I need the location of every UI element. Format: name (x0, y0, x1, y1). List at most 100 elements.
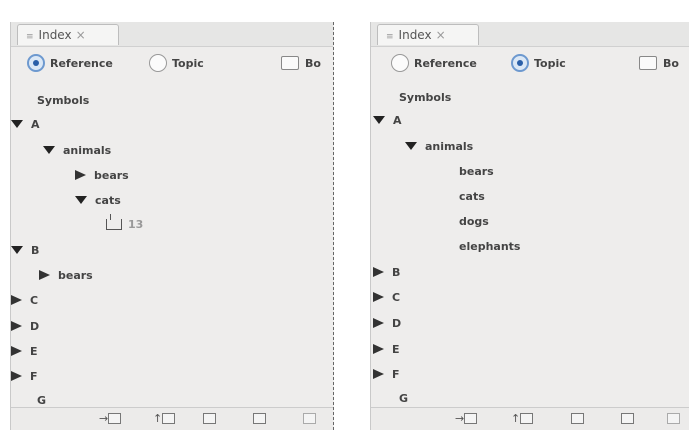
tree-label: cats (459, 189, 485, 203)
update-preview-icon (162, 413, 176, 424)
collapsed-triangle-icon[interactable] (11, 371, 22, 381)
topic-radio[interactable]: Topic (149, 54, 204, 72)
tree-label: F (30, 369, 38, 383)
topic-label: Topic (534, 56, 566, 70)
tree-label: A (31, 117, 40, 131)
topic-radio[interactable]: Topic (511, 54, 566, 72)
tree-label: A (393, 113, 402, 127)
tree-label: G (37, 393, 47, 407)
panel-footer: → ↑ (371, 407, 689, 430)
tree-item-e[interactable]: E (11, 341, 38, 361)
close-icon[interactable]: × (76, 28, 86, 42)
update-preview-button[interactable]: ↑ (153, 412, 176, 425)
tree-item-animals[interactable]: animals (43, 140, 111, 160)
new-entry-button[interactable] (253, 412, 266, 425)
radio-unselected-icon (391, 54, 409, 72)
delete-button[interactable] (667, 412, 680, 425)
tree-item-cats[interactable]: cats (459, 186, 485, 206)
tree-item-b-bears[interactable]: bears (39, 265, 93, 285)
go-to-entry-icon (108, 413, 122, 424)
tree-item-a[interactable]: A (373, 110, 402, 130)
generate-index-button[interactable] (571, 412, 584, 425)
expanded-triangle-icon[interactable] (11, 246, 23, 254)
panel-tab-bar: ≡ Index × (11, 22, 333, 47)
tree-item-f[interactable]: F (373, 364, 400, 384)
tree-item-bears[interactable]: bears (75, 165, 129, 185)
radio-selected-icon (27, 54, 45, 72)
arrow-right-icon: → (455, 412, 465, 425)
tree-label: E (30, 344, 38, 358)
reference-radio[interactable]: Reference (391, 54, 477, 72)
index-panel-reference: ≡ Index × Reference Topic Bo Symbols A ani… (10, 22, 334, 430)
collapsed-triangle-icon[interactable] (373, 318, 384, 328)
tree-item-c[interactable]: C (11, 290, 38, 310)
tree-label: C (30, 293, 39, 307)
expanded-triangle-icon[interactable] (11, 120, 23, 128)
checkbox-icon (639, 56, 657, 70)
collapsed-triangle-icon[interactable] (11, 295, 22, 305)
grip-icon: ≡ (386, 32, 394, 42)
tree-label: bears (94, 168, 129, 182)
tree-label: cats (95, 193, 121, 207)
collapsed-triangle-icon[interactable] (373, 369, 384, 379)
topic-label: Topic (172, 56, 204, 70)
go-to-entry-icon (464, 413, 478, 424)
tab-index[interactable]: ≡ Index × (17, 24, 119, 45)
tree-item-b[interactable]: B (11, 240, 39, 260)
tree-item-bears[interactable]: bears (459, 161, 494, 181)
tree-item-d[interactable]: D (11, 316, 39, 336)
tree-item-c[interactable]: C (373, 287, 400, 307)
go-to-entry-button[interactable]: → (99, 412, 122, 425)
expanded-triangle-icon[interactable] (43, 146, 55, 154)
new-entry-button[interactable] (621, 412, 634, 425)
panel-tab-bar: ≡ Index × (371, 22, 689, 47)
tree-label: bears (58, 268, 93, 282)
tree-label: C (392, 290, 401, 304)
tree-label: F (392, 367, 400, 381)
tree-label: Symbols (399, 90, 452, 104)
collapsed-triangle-icon[interactable] (373, 267, 384, 277)
tree-label: elephants (459, 239, 521, 253)
view-mode-radios: Reference Topic Bo (371, 52, 689, 78)
tree-label: G (399, 391, 409, 405)
delete-button[interactable] (303, 412, 316, 425)
collapsed-triangle-icon[interactable] (373, 292, 384, 302)
delete-icon (303, 413, 316, 424)
tree-item-f[interactable]: F (11, 366, 38, 386)
arrow-up-icon: ↑ (511, 412, 521, 425)
update-preview-button[interactable]: ↑ (511, 412, 534, 425)
collapsed-triangle-icon[interactable] (373, 344, 384, 354)
collapsed-triangle-icon[interactable] (75, 170, 86, 180)
tree-item-animals[interactable]: animals (405, 136, 473, 156)
book-checkbox[interactable]: Bo (639, 56, 689, 70)
tree-item-b[interactable]: B (373, 262, 400, 282)
expanded-triangle-icon[interactable] (373, 116, 385, 124)
delete-icon (667, 413, 680, 424)
checkbox-icon (281, 56, 299, 70)
tree-item-e[interactable]: E (373, 339, 400, 359)
expanded-triangle-icon[interactable] (405, 142, 417, 150)
tree-item-d[interactable]: D (373, 313, 401, 333)
close-icon[interactable]: × (436, 28, 446, 42)
new-entry-icon (621, 413, 634, 424)
book-checkbox[interactable]: Bo (281, 56, 333, 70)
tree-item-symbols[interactable]: Symbols (37, 90, 89, 110)
radio-unselected-icon (149, 54, 167, 72)
update-preview-icon (520, 413, 534, 424)
tree-item-a[interactable]: A (11, 114, 40, 134)
tree-item-elephants[interactable]: elephants (459, 236, 520, 256)
go-to-entry-button[interactable]: → (455, 412, 478, 425)
collapsed-triangle-icon[interactable] (11, 321, 22, 331)
tree-item-cats[interactable]: cats (75, 190, 121, 210)
reference-radio[interactable]: Reference (27, 54, 113, 72)
generate-index-button[interactable] (203, 412, 216, 425)
page-reference-icon (106, 213, 122, 230)
tree-item-g[interactable]: G (399, 388, 408, 408)
collapsed-triangle-icon[interactable] (11, 346, 22, 356)
expanded-triangle-icon[interactable] (75, 196, 87, 204)
tree-item-symbols[interactable]: Symbols (399, 87, 451, 107)
collapsed-triangle-icon[interactable] (39, 270, 50, 280)
page-reference[interactable]: 13 (106, 213, 143, 234)
tree-item-dogs[interactable]: dogs (459, 211, 489, 231)
tab-index[interactable]: ≡ Index × (377, 24, 479, 45)
